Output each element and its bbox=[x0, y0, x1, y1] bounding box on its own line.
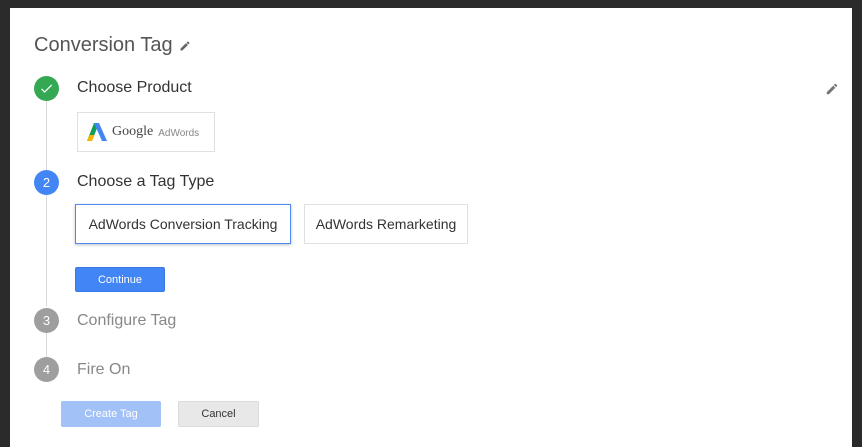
tag-type-adwords-conversion-tracking[interactable]: AdWords Conversion Tracking bbox=[75, 204, 291, 244]
step-2-label: Choose a Tag Type bbox=[77, 173, 215, 190]
step-rail bbox=[46, 100, 47, 170]
adwords-wordmark: AdWords bbox=[158, 127, 200, 139]
google-adwords-product[interactable]: Google AdWords bbox=[77, 112, 215, 152]
page-title: Conversion Tag bbox=[34, 34, 173, 56]
adwords-logo-icon bbox=[87, 123, 107, 141]
continue-button[interactable]: Continue bbox=[75, 267, 165, 292]
cancel-button[interactable]: Cancel bbox=[178, 401, 259, 427]
step-rail bbox=[46, 194, 47, 306]
title-row: Conversion Tag bbox=[34, 34, 191, 57]
step-2-indicator: 2 bbox=[34, 170, 59, 195]
create-tag-button[interactable]: Create Tag bbox=[61, 401, 161, 427]
step-3-label[interactable]: Configure Tag bbox=[77, 312, 176, 330]
tag-editor-panel: Conversion Tag Choose Product Google AdW… bbox=[10, 8, 852, 447]
google-wordmark: Google bbox=[112, 124, 154, 139]
edit-title-pencil-icon[interactable] bbox=[179, 40, 191, 52]
check-icon bbox=[41, 84, 53, 93]
step-1-done-indicator bbox=[34, 76, 59, 101]
step-4-indicator: 4 bbox=[34, 357, 59, 382]
step-4-label[interactable]: Fire On bbox=[77, 361, 130, 379]
step-1-label: Choose Product bbox=[77, 79, 192, 96]
edit-product-pencil-icon[interactable] bbox=[825, 82, 839, 96]
step-rail bbox=[46, 332, 47, 358]
step-3-indicator: 3 bbox=[34, 308, 59, 333]
tag-type-adwords-remarketing[interactable]: AdWords Remarketing bbox=[304, 204, 468, 244]
